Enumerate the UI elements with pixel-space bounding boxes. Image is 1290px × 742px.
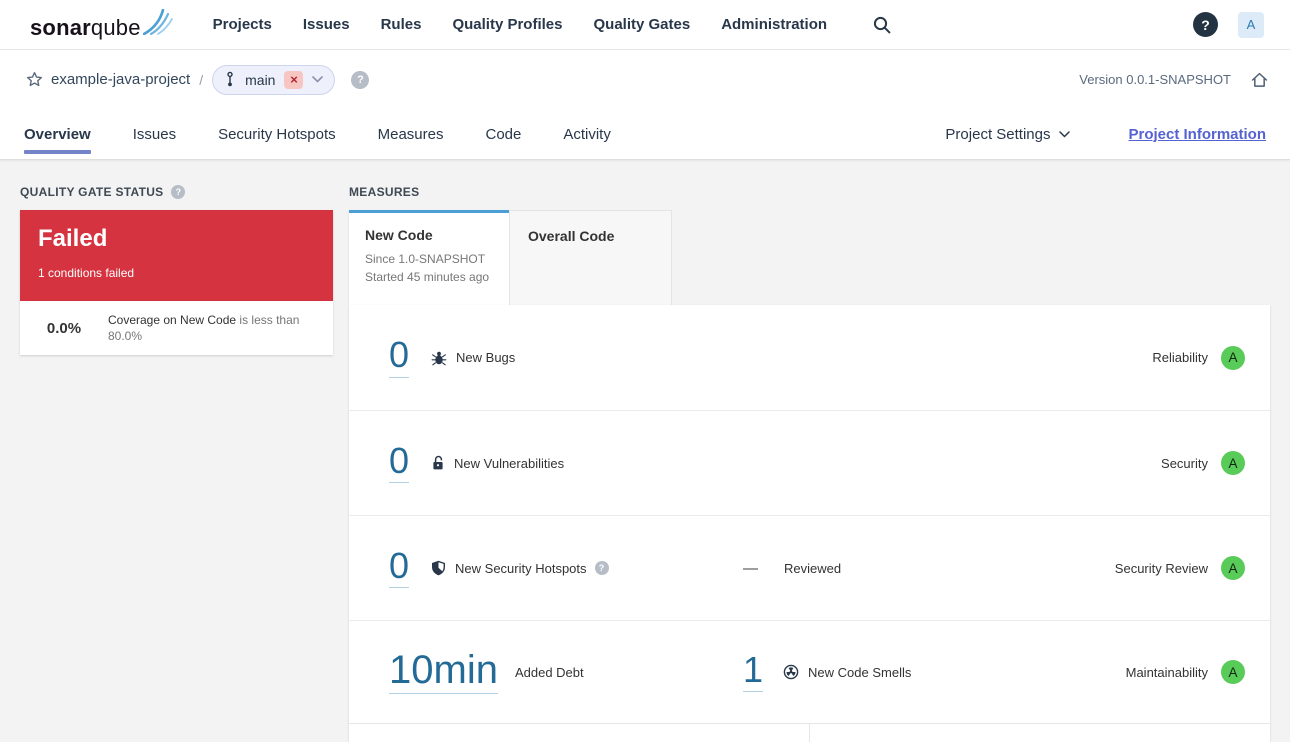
- bug-icon: [431, 350, 447, 366]
- hotspots-reviewed-label: Reviewed: [784, 560, 842, 576]
- tab-issues[interactable]: Issues: [133, 109, 176, 159]
- quality-gate-status: Failed: [38, 225, 108, 252]
- tab-code[interactable]: Code: [485, 109, 521, 159]
- help-icon[interactable]: ?: [1193, 12, 1218, 37]
- security-review-label: Security Review: [1114, 560, 1208, 576]
- new-vulnerabilities-count-link[interactable]: 0: [389, 442, 410, 484]
- condition-metric: Coverage on New Code: [108, 312, 237, 327]
- project-tabbar: Overview Issues Security Hotspots Measur…: [0, 109, 1290, 159]
- sonarqube-app: sonar qube Projects Issues Rules Quality …: [0, 0, 1290, 742]
- measure-row-bugs: 0 New Bugs Reliability A: [349, 305, 1270, 410]
- nav-projects[interactable]: Projects: [213, 16, 272, 33]
- nav-rules[interactable]: Rules: [381, 16, 422, 33]
- new-code-tab-label: New Code: [365, 227, 433, 243]
- branch-selector[interactable]: main ×: [212, 64, 336, 95]
- failed-condition-row[interactable]: 0.0% Coverage on New Code is less than 8…: [20, 301, 333, 355]
- quality-gate-status-card: Failed 1 conditions failed: [20, 210, 333, 301]
- favorite-star-icon[interactable]: [26, 71, 43, 88]
- measure-row-vulnerabilities: 0 New Vulnerabilities Security A: [349, 410, 1270, 515]
- measures-section-title: MEASURES: [349, 185, 419, 199]
- hotspots-help-icon[interactable]: ?: [594, 561, 609, 575]
- new-security-hotspots-count-link[interactable]: 0: [389, 547, 410, 589]
- security-label: Security: [1161, 455, 1208, 471]
- duplications-cell: [810, 724, 1270, 742]
- quality-gate-help-icon[interactable]: ?: [171, 185, 186, 199]
- nav-quality-gates[interactable]: Quality Gates: [593, 16, 690, 33]
- logo-text-bold: sonar: [30, 14, 91, 40]
- breadcrumb-right: Version 0.0.1-SNAPSHOT: [1079, 72, 1268, 88]
- tabbar-right: Project Settings Project Information: [945, 109, 1266, 159]
- project-information-link[interactable]: Project Information: [1128, 126, 1266, 143]
- quality-gate-conditions-summary: 1 conditions failed: [38, 266, 135, 280]
- search-icon[interactable]: [873, 16, 891, 34]
- breadcrumb: example-java-project / main × ? Version …: [0, 50, 1290, 109]
- added-debt-label: Added Debt: [514, 664, 584, 680]
- logo-text-light: qube: [90, 14, 141, 40]
- lock-open-icon: [431, 455, 445, 471]
- measures-tab-overall-code[interactable]: Overall Code: [509, 210, 672, 305]
- home-icon[interactable]: [1251, 72, 1268, 88]
- navbar-right: ? A: [1193, 11, 1264, 38]
- reliability-rating-badge: A: [1221, 345, 1245, 370]
- project-version: Version 0.0.1-SNAPSHOT: [1079, 72, 1231, 87]
- branch-clear-icon[interactable]: ×: [284, 70, 304, 89]
- tab-security-hotspots[interactable]: Security Hotspots: [218, 109, 336, 159]
- nav-quality-profiles[interactable]: Quality Profiles: [452, 16, 562, 33]
- tab-measures[interactable]: Measures: [378, 109, 444, 159]
- new-bugs-count-link[interactable]: 0: [389, 336, 410, 378]
- tab-activity[interactable]: Activity: [563, 109, 611, 159]
- new-code-started: Started 45 minutes ago: [365, 270, 490, 284]
- nav-issues[interactable]: Issues: [303, 16, 350, 33]
- quality-gate-section-title: QUALITY GATE STATUS ?: [20, 185, 186, 199]
- new-code-smells-count-link[interactable]: 1: [743, 651, 764, 693]
- measure-row-next-clipped: [349, 723, 1270, 742]
- new-code-since: Since 1.0-SNAPSHOT: [365, 252, 486, 266]
- shield-icon: [431, 560, 446, 576]
- project-settings-dropdown[interactable]: Project Settings: [945, 125, 1071, 143]
- chevron-down-icon: [1059, 130, 1071, 138]
- reliability-label: Reliability: [1152, 350, 1208, 365]
- code-smell-icon: [783, 664, 799, 680]
- measures-tab-new-code[interactable]: New Code Since 1.0-SNAPSHOT Started 45 m…: [349, 210, 509, 305]
- global-navbar: sonar qube Projects Issues Rules Quality …: [0, 0, 1290, 50]
- new-code-smells-label: New Code Smells: [808, 664, 912, 680]
- measures-title-text: MEASURES: [349, 185, 420, 199]
- tab-overview[interactable]: Overview: [24, 109, 91, 159]
- sonarqube-logo[interactable]: sonar qube: [30, 8, 173, 41]
- quality-gate-title-text: QUALITY GATE STATUS: [20, 185, 164, 199]
- condition-description: Coverage on New Code is less than 80.0%: [108, 312, 333, 344]
- project-name[interactable]: example-java-project: [51, 71, 190, 88]
- measure-row-security-hotspots: 0 New Security Hotspots ? — Reviewed Sec…: [349, 515, 1270, 620]
- overall-code-tab-label: Overall Code: [528, 228, 615, 244]
- main-navigation: Projects Issues Rules Quality Profiles Q…: [213, 16, 827, 33]
- maintainability-rating-badge: A: [1221, 660, 1245, 684]
- condition-value: 0.0%: [46, 319, 82, 337]
- branch-help-icon[interactable]: ?: [351, 70, 370, 89]
- new-vulnerabilities-label: New Vulnerabilities: [454, 455, 565, 471]
- nav-administration[interactable]: Administration: [721, 16, 827, 33]
- header: sonar qube Projects Issues Rules Quality …: [0, 0, 1290, 160]
- branch-icon: [227, 71, 233, 87]
- new-security-hotspots-label: New Security Hotspots: [455, 560, 587, 576]
- breadcrumb-separator: /: [199, 71, 204, 88]
- measures-card: 0 New Bugs Reliability A 0 New Vulnerabi…: [349, 305, 1270, 742]
- measure-row-maintainability: 10min Added Debt 1 New Code Smells Maint…: [349, 620, 1270, 723]
- hotspots-reviewed-value: —: [743, 559, 758, 577]
- security-rating-badge: A: [1221, 451, 1245, 475]
- logo-swoosh-icon: [142, 8, 173, 35]
- maintainability-label: Maintainability: [1125, 664, 1208, 680]
- added-debt-value-link[interactable]: 10min: [389, 649, 498, 695]
- coverage-cell: [349, 724, 810, 742]
- project-settings-label: Project Settings: [945, 125, 1051, 143]
- security-review-rating-badge: A: [1221, 556, 1245, 580]
- branch-name: main: [245, 71, 276, 88]
- new-bugs-label: New Bugs: [456, 350, 516, 365]
- avatar[interactable]: A: [1238, 11, 1264, 38]
- chevron-down-icon: [312, 76, 324, 83]
